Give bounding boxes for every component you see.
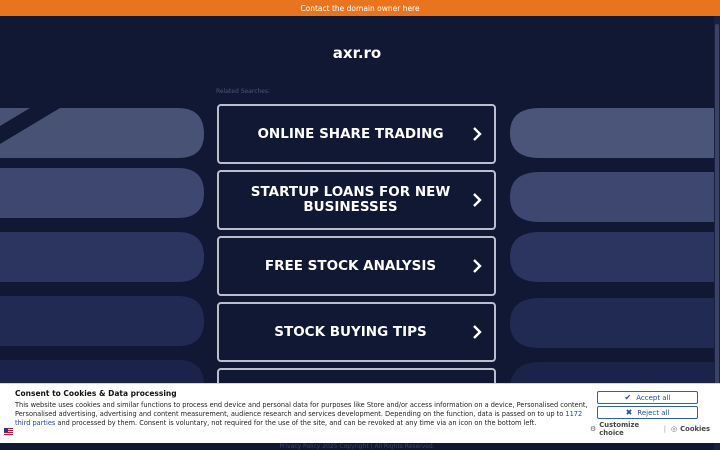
search-result-label: STARTUP LOANS FOR NEW BUSINESSES (219, 185, 460, 215)
search-result-label-line1: STOCK BUYING TIPS (274, 323, 427, 340)
cookie-icon: ◎ (671, 425, 678, 433)
reject-all-button[interactable]: ✖ Reject all (597, 406, 698, 419)
accept-all-button[interactable]: ✔ Accept all (597, 391, 698, 404)
link-separator: | (663, 425, 667, 433)
contact-banner[interactable]: Contact the domain owner here (0, 0, 720, 16)
bg-shape-left-3 (0, 232, 204, 282)
reject-all-label: Reject all (637, 408, 670, 417)
search-result-free-stock-analysis[interactable]: FREE STOCK ANALYSIS (217, 236, 496, 296)
accept-all-label: Accept all (636, 393, 671, 402)
close-icon: ✖ (625, 408, 633, 417)
search-result-label-line2: BUSINESSES (303, 199, 398, 215)
cookie-text-after: and processed by them. Consent is volunt… (55, 419, 537, 428)
chevron-right-icon (460, 172, 494, 228)
search-result-label-line1: FREE STOCK ANALYSIS (264, 257, 437, 274)
bg-shape-right-2 (510, 172, 714, 222)
bg-shape-left-4 (0, 296, 204, 346)
contact-link[interactable]: Contact the domain owner here (300, 4, 419, 13)
checkmark-icon: ✔ (624, 393, 632, 402)
bg-shape-right-3 (510, 232, 714, 282)
chevron-right-icon (460, 238, 494, 294)
search-result-label: FREE STOCK ANALYSIS (219, 257, 460, 274)
bg-shape-right-1 (510, 108, 714, 158)
search-result-stock-buying-tips[interactable]: STOCK BUYING TIPS (217, 302, 496, 362)
chevron-right-icon (460, 106, 494, 162)
domain-title: axr.ro (332, 44, 382, 62)
left-shapes (0, 108, 204, 386)
bg-shape-left-2 (0, 168, 204, 218)
scrollbar-thumb[interactable] (715, 24, 719, 384)
flag-icon[interactable] (4, 428, 13, 435)
search-result-label-line1: STARTUP LOANS FOR NEW (250, 184, 451, 200)
cookies-link[interactable]: Cookies (680, 425, 710, 433)
chevron-right-icon (460, 304, 494, 360)
related-searches-label: Related Searches: (216, 88, 271, 95)
search-result-label: STOCK BUYING TIPS (219, 323, 460, 340)
customize-choice-link[interactable]: Customize choice (599, 421, 658, 437)
gear-icon: ⚙ (590, 425, 597, 433)
cookie-text-before: This website uses cookies and similar fu… (15, 401, 588, 419)
cookie-settings-links: ⚙ Customize choice | ◎ Cookies (590, 421, 710, 437)
search-result-label-line1: ONLINE SHARE TRADING (257, 125, 444, 142)
cookie-description: This website uses cookies and similar fu… (15, 401, 590, 429)
cookie-title: Consent to Cookies & Data processing (15, 389, 177, 398)
cookie-consent-banner: Consent to Cookies & Data processing Thi… (0, 383, 720, 443)
bg-shape-right-4 (510, 298, 714, 348)
search-result-startup-loans[interactable]: STARTUP LOANS FOR NEW BUSINESSES (217, 170, 496, 230)
search-result-online-share-trading[interactable]: ONLINE SHARE TRADING (217, 104, 496, 164)
search-result-label: ONLINE SHARE TRADING (219, 125, 460, 142)
right-shapes (510, 108, 714, 386)
footer-links: Privacy Policy 2025 Copyright | All Righ… (279, 443, 435, 450)
